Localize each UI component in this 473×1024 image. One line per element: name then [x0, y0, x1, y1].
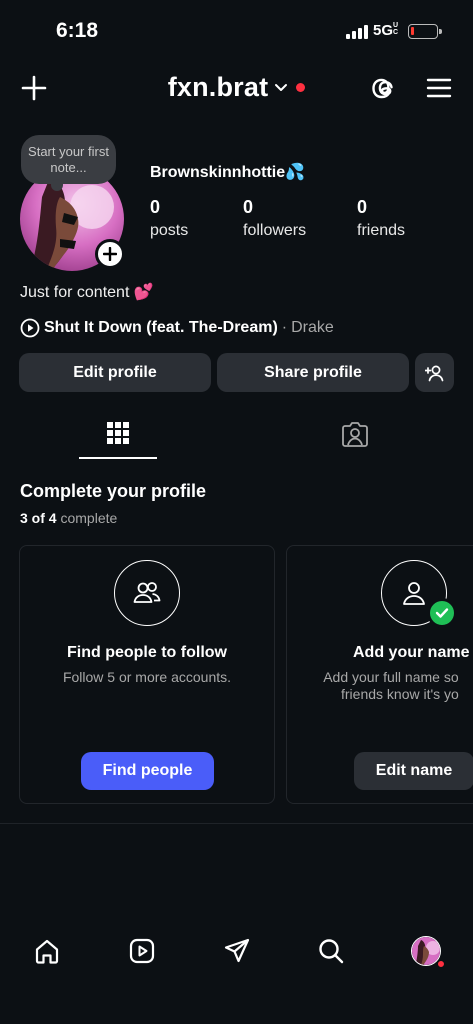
stat-label: friends [357, 222, 406, 239]
bottom-nav [0, 930, 473, 980]
profile-tabs [0, 410, 473, 460]
share-profile-button[interactable]: Share profile [217, 353, 409, 392]
search-icon [319, 939, 344, 964]
edit-name-button[interactable]: Edit name [354, 752, 473, 790]
threads-icon[interactable] [369, 71, 403, 105]
completed-check-icon [427, 598, 457, 628]
card-description: Add your full name so friends know it's … [323, 669, 459, 703]
bio-text: Just for content 💕 [20, 284, 154, 301]
nav-reels[interactable] [125, 934, 159, 968]
edit-profile-button[interactable]: Edit profile [19, 353, 211, 392]
chevron-down-icon [275, 83, 288, 91]
stat-value: 0 [243, 197, 254, 217]
share-profile-label: Share profile [264, 363, 362, 381]
top-bar: fxn.brat [0, 64, 473, 114]
tagged-icon [342, 422, 368, 447]
complete-profile-title: Complete your profile [20, 481, 207, 501]
divider [0, 823, 473, 824]
nav-home[interactable] [30, 934, 64, 968]
signal-icon [346, 25, 368, 39]
status-time: 6:18 [56, 19, 99, 42]
notification-dot [296, 83, 306, 92]
edit-profile-label: Edit profile [73, 363, 157, 381]
stat-value: 0 [357, 197, 368, 217]
progress-count: 3 of 4 [20, 510, 57, 526]
tab-tagged[interactable] [339, 418, 371, 450]
add-story-button[interactable] [95, 239, 125, 269]
network-label: 5G [373, 22, 394, 39]
profile-header: Start your first note... Brownskinnhotti… [0, 135, 473, 275]
discover-people-button[interactable] [415, 353, 454, 392]
display-name: Brownskinnhottie💦 [150, 164, 306, 181]
person-icon [403, 582, 425, 605]
card-description: Follow 5 or more accounts. [62, 669, 232, 685]
card-title: Add your name [353, 644, 470, 661]
status-bar: 6:18 5GUC [0, 0, 473, 64]
stat-value: 0 [150, 197, 161, 217]
note-bubble[interactable]: Start your first note... [21, 135, 116, 191]
card-find-people: Find people to follow Follow 5 or more a… [19, 545, 275, 804]
nav-profile[interactable] [409, 934, 445, 968]
menu-icon[interactable] [423, 72, 455, 104]
find-people-button[interactable]: Find people [81, 752, 214, 790]
card-description-line: Add your full name so [323, 669, 459, 685]
stat-label: followers [243, 222, 307, 239]
music-title: Shut It Down (feat. The-Dream) [44, 319, 278, 336]
stat-posts[interactable]: 0 posts [150, 197, 188, 240]
network-suffix: UC [393, 22, 399, 36]
reels-icon [129, 938, 155, 964]
grid-icon [107, 422, 129, 444]
add-person-icon [424, 365, 443, 381]
battery-icon [408, 24, 442, 39]
music-artist: Drake [291, 319, 334, 336]
card-description-line: friends know it's yo [341, 686, 459, 702]
card-title: Find people to follow [67, 644, 227, 661]
complete-profile-progress: 3 of 4 complete [20, 510, 117, 526]
play-icon [20, 318, 40, 338]
people-icon [133, 582, 161, 603]
progress-word: complete [60, 510, 118, 526]
stat-label: posts [150, 222, 189, 239]
card-add-name: Add your name Add your full name so frie… [286, 545, 473, 804]
network-type: 5GUC [373, 22, 400, 39]
active-tab-indicator [79, 457, 157, 459]
profile-music[interactable]: Shut It Down (feat. The-Dream) · Drake [20, 318, 334, 338]
stat-friends[interactable]: 0 friends [357, 197, 405, 240]
nav-search[interactable] [314, 934, 348, 968]
card-icon-circle [114, 560, 180, 626]
header-username[interactable]: fxn.brat [168, 72, 269, 103]
home-icon [35, 939, 59, 964]
tab-grid[interactable] [103, 418, 133, 448]
music-separator: · [281, 319, 288, 336]
notification-dot [437, 960, 445, 968]
stat-followers[interactable]: 0 followers [243, 197, 306, 240]
nav-messages[interactable] [220, 934, 254, 968]
messages-icon [224, 938, 250, 963]
